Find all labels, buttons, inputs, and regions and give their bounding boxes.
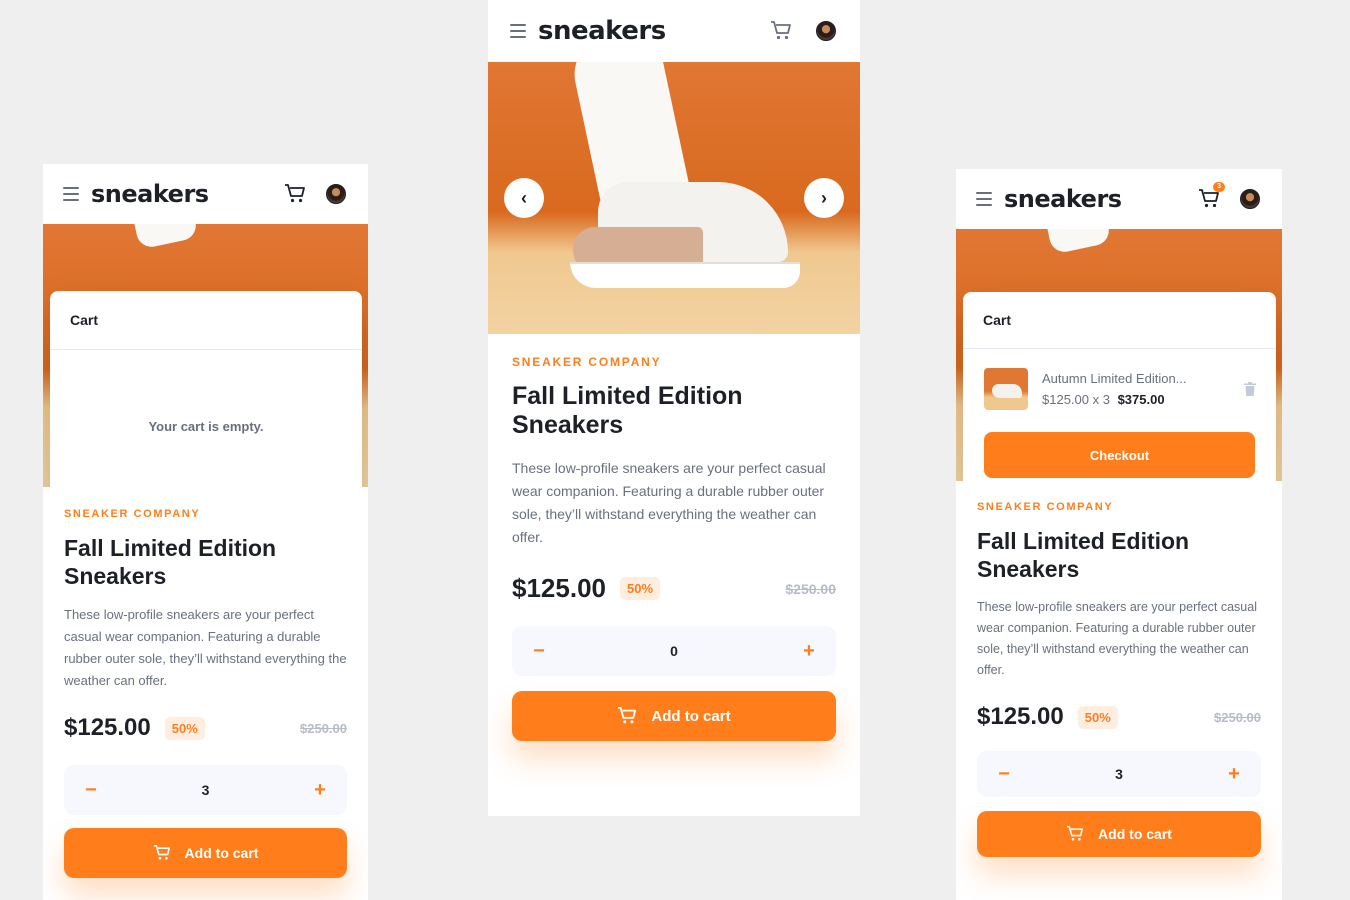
header: sneakers <box>488 0 860 62</box>
product-details: SNEAKER COMPANY Fall Limited Edition Sne… <box>956 501 1282 857</box>
header: sneakers <box>43 164 368 224</box>
product-image: ‹ › <box>488 62 860 334</box>
trash-icon[interactable] <box>1244 382 1256 396</box>
logo[interactable]: sneakers <box>538 16 770 46</box>
cart-icon <box>153 845 171 861</box>
current-price: $125.00 <box>512 573 606 603</box>
product-details: SNEAKER COMPANY Fall Limited Edition Sne… <box>488 355 860 741</box>
mobile-screen-product: sneakers ‹ › SNEAKER COMPANY Fall Limite… <box>488 0 860 816</box>
quantity-value: 3 <box>1115 766 1123 782</box>
menu-icon[interactable] <box>63 187 79 201</box>
logo[interactable]: sneakers <box>91 180 284 208</box>
plus-icon[interactable]: + <box>1227 764 1241 784</box>
avatar[interactable] <box>1240 189 1260 209</box>
discount-badge: 50% <box>164 716 205 740</box>
cart-count-badge: 3 <box>1213 182 1225 192</box>
cart-item-total: $375.00 <box>1117 392 1165 407</box>
product-description: These low-profile sneakers are your perf… <box>977 600 1257 677</box>
cart-item-info: Autumn Limited Edition... $125.00 x 3 $3… <box>1042 371 1244 407</box>
avatar[interactable] <box>326 184 346 204</box>
mobile-screen-filled-cart: sneakers 3 Cart Autumn Limited Edition..… <box>956 169 1282 900</box>
original-price: $250.00 <box>300 720 347 736</box>
product-description: These low-profile sneakers are your perf… <box>512 460 826 545</box>
cart-icon[interactable] <box>284 184 306 204</box>
plus-icon[interactable]: + <box>802 641 816 661</box>
cart-icon <box>1066 826 1084 842</box>
product-image: Cart Autumn Limited Edition... $125.00 x… <box>956 229 1282 481</box>
cart-item-unit-price: $125.00 x 3 <box>1042 392 1110 407</box>
chevron-left-icon: ‹ <box>521 187 527 208</box>
cart-item: Autumn Limited Edition... $125.00 x 3 $3… <box>963 349 1276 410</box>
cart-icon <box>617 707 637 725</box>
add-to-cart-button[interactable]: Add to cart <box>977 811 1261 857</box>
cart-empty-message: Your cart is empty. <box>148 419 264 434</box>
previous-image-button[interactable]: ‹ <box>504 178 544 218</box>
price-row: $125.00 50% $250.00 <box>977 703 1261 731</box>
cart-item-name: Autumn Limited Edition... <box>1042 371 1187 386</box>
avatar[interactable] <box>816 21 836 41</box>
next-image-button[interactable]: › <box>804 178 844 218</box>
product-title: Fall Limited Edition Sneakers <box>64 535 277 589</box>
cart-dropdown: Cart Autumn Limited Edition... $125.00 x… <box>963 292 1276 481</box>
current-price: $125.00 <box>64 714 151 741</box>
product-image: Cart Your cart is empty. <box>43 224 368 487</box>
cart-dropdown: Cart Your cart is empty. <box>50 291 362 487</box>
add-to-cart-button[interactable]: Add to cart <box>512 691 836 741</box>
add-to-cart-label: Add to cart <box>651 707 731 725</box>
checkout-button[interactable]: Checkout <box>984 432 1255 478</box>
company-label: SNEAKER COMPANY <box>512 355 662 369</box>
product-title: Fall Limited Edition Sneakers <box>977 528 1190 582</box>
cart-item-price-line: $125.00 x 3 $375.00 <box>1042 392 1244 407</box>
minus-icon[interactable]: − <box>532 641 546 661</box>
original-price: $250.00 <box>1214 709 1261 725</box>
plus-icon[interactable]: + <box>313 780 327 800</box>
cart-title: Cart <box>963 292 1276 349</box>
quantity-value: 3 <box>201 782 210 798</box>
company-label: SNEAKER COMPANY <box>64 508 201 520</box>
chevron-right-icon: › <box>821 187 827 208</box>
cart-icon[interactable]: 3 <box>1198 182 1225 209</box>
mobile-screen-empty-cart: sneakers Cart Your cart is empty. SNEAKE… <box>43 164 368 900</box>
add-to-cart-label: Add to cart <box>1098 826 1172 842</box>
menu-icon[interactable] <box>510 24 526 38</box>
quantity-stepper: − 3 + <box>64 765 347 815</box>
price-row: $125.00 50% $250.00 <box>512 573 836 604</box>
company-label: SNEAKER COMPANY <box>977 501 1114 513</box>
cart-title: Cart <box>50 291 362 350</box>
minus-icon[interactable]: − <box>84 780 98 800</box>
product-details: SNEAKER COMPANY Fall Limited Edition Sne… <box>43 508 368 878</box>
menu-icon[interactable] <box>976 192 992 206</box>
discount-badge: 50% <box>619 577 661 600</box>
add-to-cart-button[interactable]: Add to cart <box>64 828 347 878</box>
cart-icon[interactable] <box>770 21 792 41</box>
price-row: $125.00 50% $250.00 <box>64 714 347 742</box>
quantity-value: 0 <box>670 643 678 659</box>
logo[interactable]: sneakers <box>1004 185 1198 213</box>
current-price: $125.00 <box>977 703 1064 730</box>
cart-item-thumbnail <box>984 368 1028 410</box>
original-price: $250.00 <box>785 580 836 597</box>
product-title: Fall Limited Edition Sneakers <box>512 382 743 439</box>
discount-badge: 50% <box>1077 705 1118 729</box>
quantity-stepper: − 0 + <box>512 626 836 676</box>
add-to-cart-label: Add to cart <box>184 845 259 861</box>
minus-icon[interactable]: − <box>997 764 1011 784</box>
product-description: These low-profile sneakers are your perf… <box>64 607 347 688</box>
header: sneakers 3 <box>956 169 1282 229</box>
quantity-stepper: − 3 + <box>977 751 1261 797</box>
